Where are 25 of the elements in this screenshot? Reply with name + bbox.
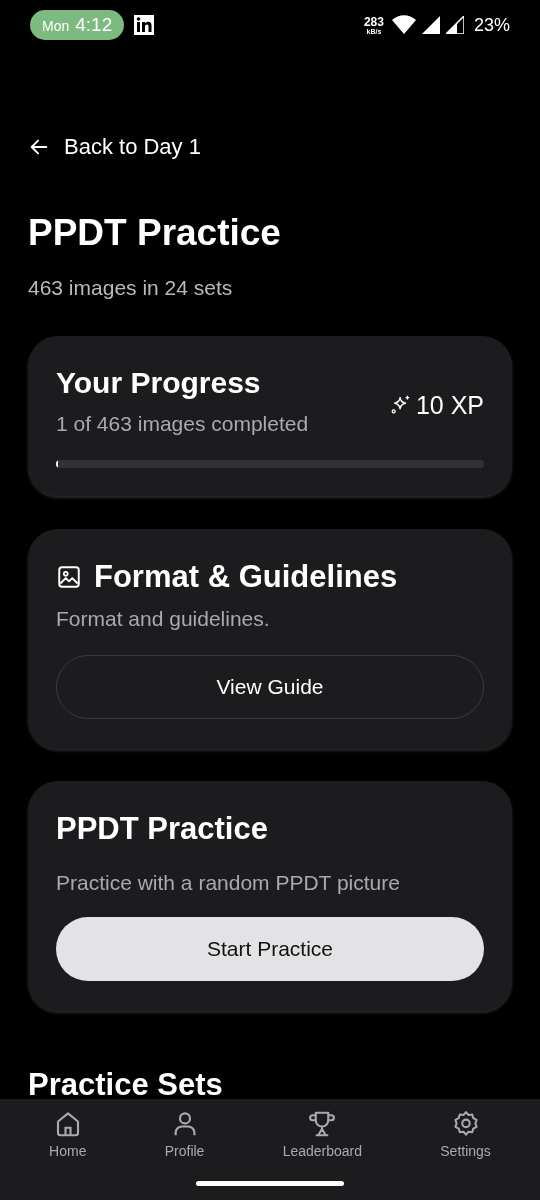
image-icon	[56, 564, 82, 590]
back-link[interactable]: Back to Day 1	[28, 134, 201, 160]
nav-tab[interactable]: Leaderboard	[278, 1107, 367, 1167]
card-title: Your Progress	[56, 366, 262, 400]
page-title: PPDT Practice	[28, 212, 282, 254]
nav-tab[interactable]: Home	[45, 1107, 91, 1167]
card-text: Practice with a random PPDT picture	[56, 871, 401, 895]
card-title: Format & Guidelines	[94, 559, 398, 595]
clock-pill: Mon 4:12	[30, 10, 125, 40]
progress-caption: 1 of 463 images completed	[56, 412, 310, 436]
card-text: Format and guidelines.	[56, 607, 271, 631]
card-title: PPDT Practice	[56, 811, 269, 847]
xp-value: 10 XP	[415, 390, 484, 420]
app-notification-icon	[134, 15, 155, 35]
signal-icon	[421, 16, 440, 34]
signal-icon	[445, 16, 464, 34]
section-heading: Practice Sets	[28, 1067, 224, 1103]
battery-level: 23%	[473, 14, 510, 36]
nav-tab[interactable]: Profile	[160, 1107, 209, 1167]
wifi-icon	[391, 15, 416, 35]
nav-tab[interactable]: Settings	[436, 1107, 495, 1167]
trophy-icon	[307, 1109, 338, 1139]
sparkle-icon	[389, 394, 412, 416]
start-practice-button[interactable]: Start Practice	[56, 917, 484, 981]
page-subtitle: 463 images in 24 sets	[28, 276, 234, 300]
